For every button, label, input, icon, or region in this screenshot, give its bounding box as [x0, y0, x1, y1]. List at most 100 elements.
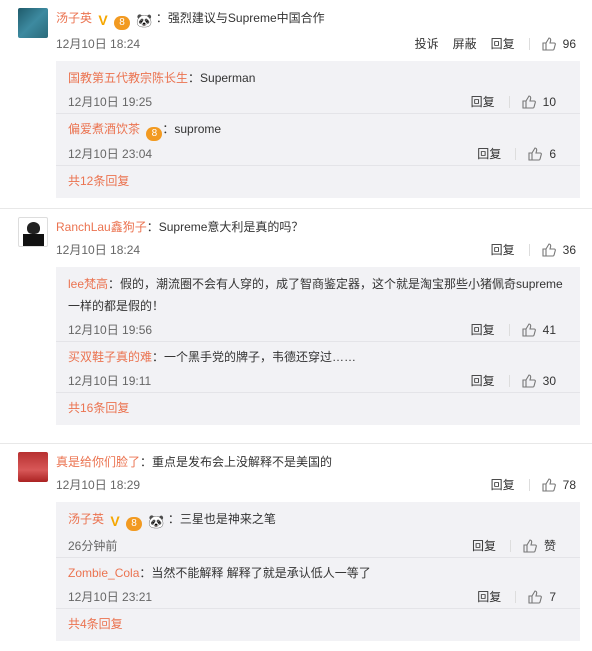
reply-button[interactable]: 回复: [471, 370, 495, 392]
like-button[interactable]: 30: [522, 370, 556, 392]
like-button[interactable]: 6: [528, 143, 556, 165]
reply-author[interactable]: 汤子英: [68, 512, 104, 526]
reply-time: 12月10日 19:11: [68, 374, 152, 388]
thumbs-up-icon: [528, 147, 543, 161]
verified-v-icon: V: [98, 12, 108, 28]
like-count: 41: [542, 323, 556, 337]
member-year-badge-icon: 8: [146, 127, 163, 141]
reply-text: ：当然不能解释 解释了就是承认低人一等了: [139, 566, 371, 580]
reply-item: lee梵高：假的，潮流圈不会有人穿的，成了智商鉴定器，这个就是淘宝那些小猪佩奇s…: [56, 269, 580, 342]
like-count: 78: [562, 478, 576, 492]
like-count: 6: [549, 147, 556, 161]
thumbs-up-icon: [522, 95, 536, 109]
reply-author[interactable]: lee梵高: [68, 277, 108, 291]
like-button[interactable]: 78: [542, 474, 576, 496]
reply-author[interactable]: Zombie_Cola: [68, 566, 139, 580]
like-count: 10: [542, 95, 556, 109]
comment: RanchLau鑫狗子：Supreme意大利是真的吗？ 12月10日 18:24…: [0, 208, 592, 443]
comment-author[interactable]: 真是给你们脸了: [56, 455, 140, 469]
more-replies-link[interactable]: 共4条回复: [56, 609, 580, 637]
reply-time: 26分钟前: [68, 539, 118, 553]
reply-text: ：suprome: [162, 122, 222, 136]
avatar-body-shape: [23, 234, 44, 246]
reply-button[interactable]: 回复: [477, 586, 501, 608]
comment-time: 12月10日 18:24: [56, 243, 141, 257]
comment-time: 12月10日 18:29: [56, 478, 141, 492]
verified-v-icon: V: [110, 513, 120, 529]
reply-item: 买双鞋子真的难：一个黑手党的牌子，韦德还穿过…… 12月10日 19:11 回复…: [56, 342, 580, 393]
avatar[interactable]: [18, 217, 48, 247]
panda-icon: 🐼: [136, 13, 153, 28]
reply-author[interactable]: 买双鞋子真的难: [68, 350, 152, 364]
reply-time: 12月10日 19:56: [68, 323, 153, 337]
comment-time: 12月10日 18:24: [56, 37, 141, 51]
like-button[interactable]: 36: [542, 239, 576, 261]
reply-list: lee梵高：假的，潮流圈不会有人穿的，成了智商鉴定器，这个就是淘宝那些小猪佩奇s…: [56, 267, 580, 425]
reply-button[interactable]: 回复: [472, 535, 496, 557]
divider: [508, 96, 510, 108]
reply-list: 国教第五代教宗陈长生：Superman 12月10日 19:25 回复 10 偏…: [56, 61, 580, 198]
thumbs-up-icon: [528, 590, 543, 604]
reply-time: 12月10日 23:04: [68, 147, 153, 161]
panda-icon: 🐼: [148, 514, 165, 529]
like-button[interactable]: 7: [528, 586, 556, 608]
avatar-head-shape: [27, 222, 40, 234]
reply-time: 12月10日 19:25: [68, 95, 153, 109]
member-year-badge-icon: 8: [126, 517, 143, 531]
reply-item: 汤子英 V 8 🐼 ：三星也是神来之笔 26分钟前 回复 赞: [56, 504, 580, 558]
divider: [509, 540, 511, 552]
reply-item: 国教第五代教宗陈长生：Superman 12月10日 19:25 回复 10: [56, 63, 580, 114]
reply-button[interactable]: 回复: [471, 319, 495, 341]
like-count: 96: [562, 37, 576, 51]
like-button[interactable]: 41: [522, 319, 556, 341]
reply-item: Zombie_Cola：当然不能解释 解释了就是承认低人一等了 12月10日 2…: [56, 558, 580, 609]
divider: [515, 148, 517, 160]
thumbs-up-icon: [523, 539, 537, 553]
comment: 汤子英 V 8 🐼 ：强烈建议与Supreme中国合作 12月10日 18:24…: [0, 0, 592, 208]
reply-list: 汤子英 V 8 🐼 ：三星也是神来之笔 26分钟前 回复 赞 Zombie_Co…: [56, 502, 580, 641]
like-count: 7: [549, 590, 556, 604]
like-count: 赞: [543, 539, 556, 553]
reply-button[interactable]: 回复: [491, 33, 515, 55]
comment: 真是给你们脸了：重点是发布会上没解释不是美国的 12月10日 18:29 回复 …: [0, 443, 592, 651]
like-button[interactable]: 96: [542, 33, 576, 55]
reply-author[interactable]: 偏爱煮酒饮茶: [68, 122, 140, 136]
comment-author[interactable]: RanchLau鑫狗子: [56, 220, 147, 234]
thumbs-up-icon: [542, 478, 556, 492]
reply-button[interactable]: 回复: [471, 91, 495, 113]
reply-text: ：三星也是神来之笔: [167, 512, 276, 526]
reply-item: 偏爱煮酒饮茶 8 ：suprome 12月10日 23:04 回复 6: [56, 114, 580, 166]
thumbs-up-icon: [542, 243, 556, 257]
comment-text: ：Supreme意大利是真的吗？: [146, 220, 304, 234]
divider: [508, 324, 510, 336]
reply-text: ：Superman: [188, 71, 256, 85]
more-replies-link[interactable]: 共12条回复: [56, 166, 580, 194]
like-button[interactable]: 10: [522, 91, 556, 113]
comment-text: ：强烈建议与Supreme中国合作: [155, 11, 325, 25]
reply-button[interactable]: 回复: [491, 474, 515, 496]
report-button[interactable]: 投诉: [415, 33, 439, 55]
reply-button[interactable]: 回复: [477, 143, 501, 165]
avatar[interactable]: [18, 8, 48, 38]
divider: [528, 244, 530, 256]
like-count: 30: [542, 374, 556, 388]
thumbs-up-icon: [522, 323, 536, 337]
like-count: 36: [562, 243, 576, 257]
reply-button[interactable]: 回复: [491, 239, 515, 261]
reply-time: 12月10日 23:21: [68, 590, 153, 604]
divider: [528, 479, 530, 491]
divider: [508, 375, 510, 387]
member-year-badge-icon: 8: [114, 16, 131, 30]
reply-author[interactable]: 国教第五代教宗陈长生: [68, 71, 188, 85]
reply-text: ：一个黑手党的牌子，韦德还穿过……: [152, 350, 357, 364]
block-button[interactable]: 屏蔽: [453, 33, 477, 55]
thumbs-up-icon: [522, 374, 536, 388]
avatar[interactable]: [18, 452, 48, 482]
reply-text: ：假的，潮流圈不会有人穿的，成了智商鉴定器，这个就是淘宝那些小猪佩奇suprem…: [68, 277, 563, 313]
divider: [528, 38, 530, 50]
comment-author[interactable]: 汤子英: [56, 11, 92, 25]
comment-text: ：重点是发布会上没解释不是美国的: [140, 455, 333, 469]
divider: [515, 591, 517, 603]
like-button[interactable]: 赞: [523, 535, 556, 557]
more-replies-link[interactable]: 共16条回复: [56, 393, 580, 421]
